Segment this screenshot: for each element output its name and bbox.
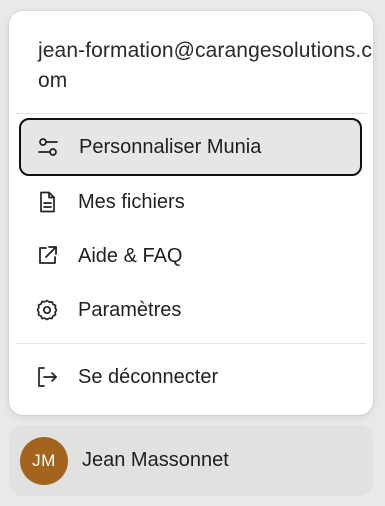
menu-item-label: Personnaliser Munia — [79, 135, 262, 158]
menu-item-files[interactable]: Mes fichiers — [18, 174, 362, 230]
menu-item-settings[interactable]: Paramètres — [18, 282, 362, 338]
account-email: jean-formation@carangesolutions.com — [38, 39, 372, 92]
logout-icon — [34, 364, 60, 390]
menu-divider — [16, 113, 366, 114]
file-icon — [34, 189, 60, 215]
user-name: Jean Massonnet — [82, 449, 229, 471]
external-link-icon — [34, 243, 60, 269]
menu-item-label: Se déconnecter — [78, 365, 219, 388]
sliders-icon — [35, 134, 61, 160]
menu-item-logout[interactable]: Se déconnecter — [18, 349, 362, 405]
menu-item-label: Paramètres — [78, 298, 182, 321]
menu-divider — [16, 343, 366, 344]
account-menu: jean-formation@carangesolutions.com Pers… — [9, 11, 373, 415]
user-profile-button[interactable]: JM Jean Massonnet — [9, 425, 373, 496]
gear-icon — [34, 297, 60, 323]
avatar: JM — [20, 436, 68, 485]
menu-item-label: Mes fichiers — [78, 190, 185, 213]
menu-item-personalize[interactable]: Personnaliser Munia — [19, 118, 362, 176]
menu-item-help[interactable]: Aide & FAQ — [18, 228, 362, 284]
menu-item-label: Aide & FAQ — [78, 244, 183, 267]
